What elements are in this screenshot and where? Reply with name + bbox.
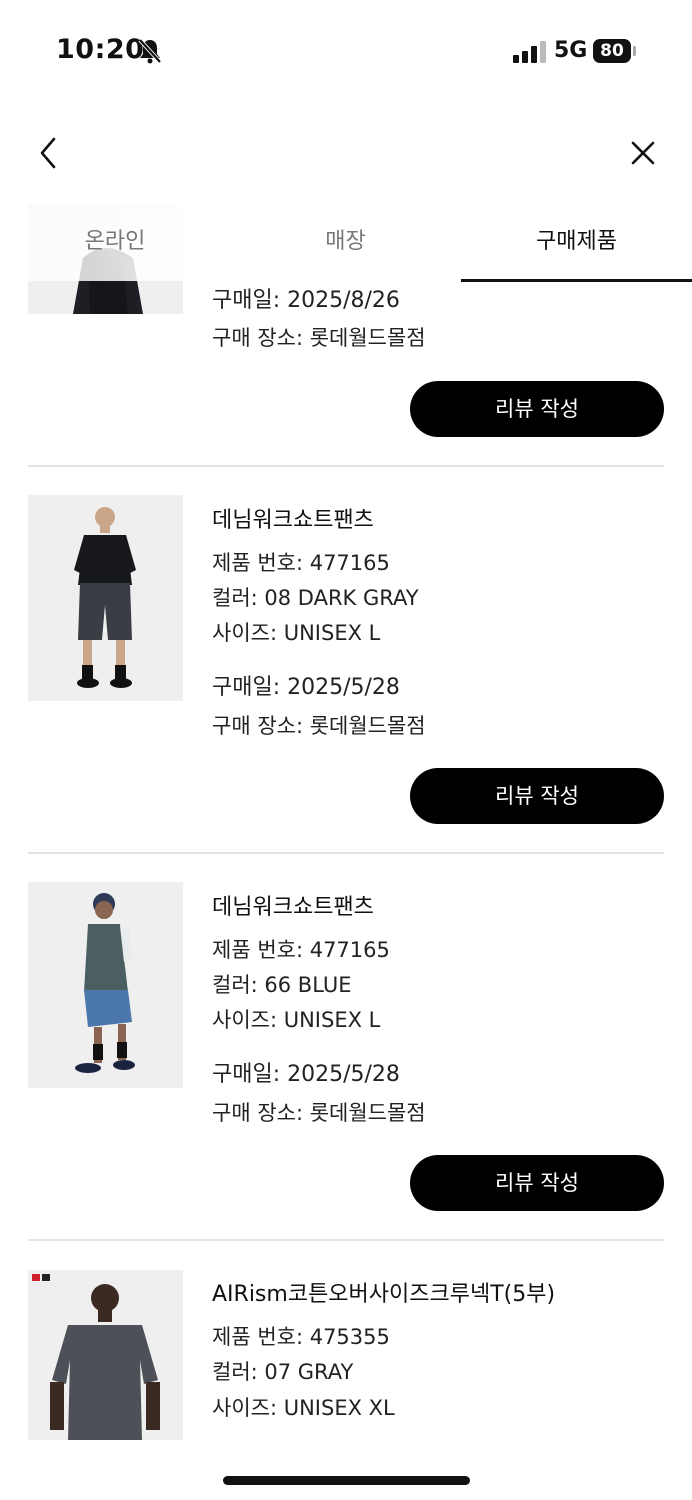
- product-color: 컬러: 07 GRAY: [212, 1360, 354, 1384]
- status-time: 10:20: [56, 34, 145, 65]
- network-type: 5G: [554, 38, 588, 63]
- product-thumbnail[interactable]: [28, 1270, 183, 1440]
- nav-bar: [0, 100, 692, 204]
- home-indicator[interactable]: [223, 1476, 470, 1485]
- divider: [28, 1239, 664, 1241]
- product-color: 컬러: 08 DARK GRAY: [212, 586, 419, 610]
- product-name[interactable]: AIRism코튼오버사이즈크루넥T(5부): [212, 1276, 555, 1308]
- product-thumbnail[interactable]: [28, 882, 183, 1088]
- product-number: 제품 번호: 477165: [212, 938, 390, 962]
- product-thumbnail[interactable]: [28, 495, 183, 701]
- divider: [28, 465, 664, 467]
- write-review-button[interactable]: 리뷰 작성: [410, 381, 664, 437]
- product-name[interactable]: 데님워크쇼트팬츠: [212, 889, 374, 921]
- product-name[interactable]: 데님워크쇼트팬츠: [212, 502, 374, 534]
- write-review-button[interactable]: 리뷰 작성: [410, 1155, 664, 1211]
- product-number: 제품 번호: 475355: [212, 1325, 390, 1349]
- purchase-date: 구매일: 2025/5/28: [212, 675, 400, 700]
- purchase-date: 구매일: 2025/5/28: [212, 1062, 400, 1087]
- product-color: 컬러: 66 BLUE: [212, 973, 352, 997]
- active-tab-indicator: [461, 279, 692, 282]
- signal-icon: [513, 41, 546, 63]
- purchase-store: 구매 장소: 롯데월드몰점: [212, 326, 426, 350]
- product-size: 사이즈: UNISEX XL: [212, 1396, 395, 1420]
- battery-cap: [633, 46, 636, 56]
- tab-online[interactable]: 온라인: [0, 203, 230, 281]
- purchase-store: 구매 장소: 롯데월드몰점: [212, 1101, 426, 1125]
- product-number: 제품 번호: 477165: [212, 551, 390, 575]
- purchase-store: 구매 장소: 롯데월드몰점: [212, 714, 426, 738]
- tab-store[interactable]: 매장: [230, 203, 461, 281]
- close-icon[interactable]: [628, 138, 658, 168]
- tab-purchased-products[interactable]: 구매제품: [461, 203, 692, 281]
- battery-indicator: 80: [593, 39, 631, 63]
- product-size: 사이즈: UNISEX L: [212, 1008, 381, 1032]
- purchase-date: 구매일: 2025/8/26: [212, 288, 400, 313]
- status-bar: 10:20 5G 80: [0, 0, 692, 100]
- chevron-left-icon[interactable]: [34, 136, 64, 170]
- write-review-button[interactable]: 리뷰 작성: [410, 768, 664, 824]
- tab-bar: 온라인 매장 구매제품: [0, 203, 692, 282]
- product-size: 사이즈: UNISEX L: [212, 621, 381, 645]
- bell-slash-icon: [138, 38, 162, 64]
- divider: [28, 852, 664, 854]
